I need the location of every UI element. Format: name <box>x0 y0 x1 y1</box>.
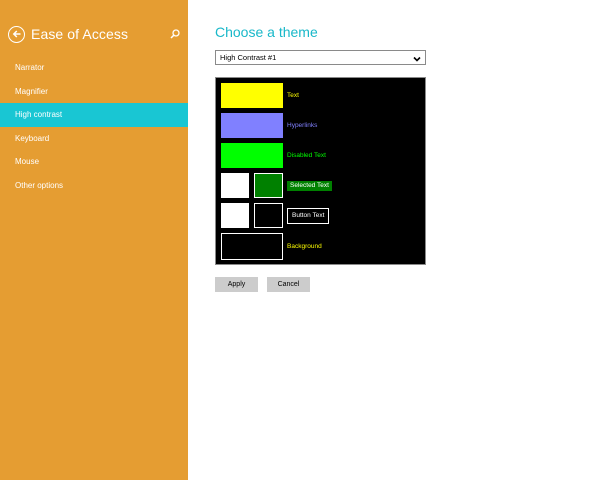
sidebar-header: Ease of Access <box>8 24 183 44</box>
text-color-swatch[interactable] <box>221 83 283 108</box>
sidebar: Ease of Access Narrator Magnifier High c… <box>0 0 188 480</box>
sidebar-title: Ease of Access <box>31 26 129 42</box>
theme-preview: Text Hyperlinks Disabled Text Selected T… <box>215 77 426 265</box>
button-text-label: Button Text <box>287 208 330 224</box>
disabled-text-color-swatch[interactable] <box>221 143 283 168</box>
sidebar-item-narrator[interactable]: Narrator <box>0 56 188 80</box>
selected-text-fg-swatch[interactable] <box>221 173 249 198</box>
page-title: Choose a theme <box>215 24 318 40</box>
chevron-down-icon <box>413 54 421 67</box>
button-text-bg-swatch[interactable] <box>254 203 283 228</box>
background-color-swatch[interactable] <box>221 233 283 260</box>
sidebar-item-other-options[interactable]: Other options <box>0 174 188 198</box>
cancel-button[interactable]: Cancel <box>267 277 310 292</box>
apply-button[interactable]: Apply <box>215 277 258 292</box>
hyperlinks-label: Hyperlinks <box>287 122 318 129</box>
sidebar-item-high-contrast[interactable]: High contrast <box>0 103 188 127</box>
disabled-text-label: Disabled Text <box>287 152 326 159</box>
selected-text-bg-swatch[interactable] <box>254 173 283 198</box>
text-label: Text <box>287 92 299 99</box>
theme-select[interactable]: High Contrast #1 <box>215 50 426 65</box>
main-panel: Choose a theme High Contrast #1 Text Hyp… <box>188 0 600 480</box>
background-label: Background <box>287 243 322 250</box>
sidebar-item-keyboard[interactable]: Keyboard <box>0 127 188 151</box>
search-icon[interactable] <box>169 27 181 39</box>
sidebar-item-mouse[interactable]: Mouse <box>0 150 188 174</box>
back-icon[interactable] <box>8 25 25 43</box>
button-text-fg-swatch[interactable] <box>221 203 249 228</box>
theme-select-value: High Contrast #1 <box>220 53 277 62</box>
sidebar-item-magnifier[interactable]: Magnifier <box>0 80 188 104</box>
hyperlinks-color-swatch[interactable] <box>221 113 283 138</box>
selected-text-label: Selected Text <box>287 181 332 191</box>
sidebar-nav: Narrator Magnifier High contrast Keyboar… <box>0 56 188 197</box>
